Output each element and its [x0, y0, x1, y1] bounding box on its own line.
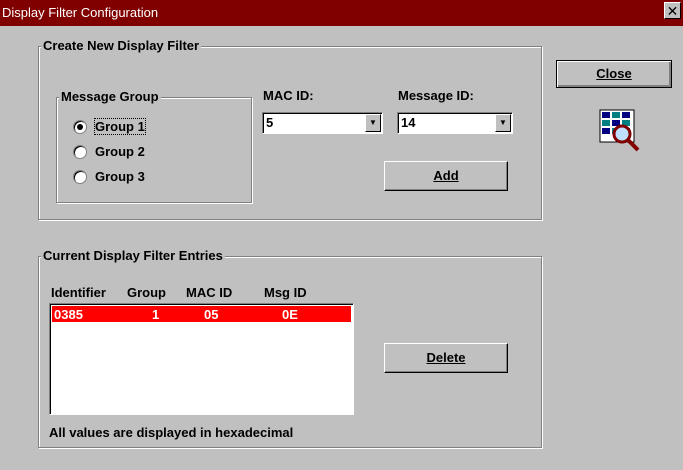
radio-label[interactable]: Group 3: [95, 169, 145, 184]
cell-mac-id: 05: [204, 307, 219, 322]
message-id-value: 14: [401, 115, 416, 130]
cell-identifier: 0385: [54, 307, 83, 322]
dialog-window: Display Filter Configuration ✕ Create Ne…: [0, 0, 683, 470]
message-id-label: Message ID:: [398, 88, 474, 103]
delete-button-label: Delete: [426, 350, 466, 365]
mac-id-label: MAC ID:: [263, 88, 314, 103]
radio-button[interactable]: [73, 170, 87, 184]
chevron-down-icon[interactable]: ▼: [495, 114, 511, 132]
cell-msg-id: 0E: [282, 307, 298, 322]
message-group-box: Message Group Group 1 Group 2 Group 3: [56, 89, 252, 203]
close-button[interactable]: Close: [556, 60, 672, 88]
create-filter-group: Create New Display Filter Message Group …: [38, 38, 542, 220]
chevron-down-icon[interactable]: ▼: [365, 114, 381, 132]
radio-selected-dot: [77, 124, 83, 130]
message-id-dropdown[interactable]: 14 ▼: [397, 112, 513, 134]
window-title: Display Filter Configuration: [2, 5, 159, 20]
delete-button[interactable]: Delete: [384, 343, 508, 373]
radio-label[interactable]: Group 2: [95, 144, 145, 159]
radio-label[interactable]: Group 1: [94, 118, 146, 135]
cell-group: 1: [152, 307, 160, 322]
filter-entries-list[interactable]: 0385 1 05 0E: [49, 303, 354, 415]
add-button-label: Add: [433, 168, 459, 183]
radio-button[interactable]: [73, 145, 87, 159]
column-header-mac-id: MAC ID: [186, 285, 233, 300]
column-header-group: Group: [127, 285, 166, 300]
mac-id-value: 5: [266, 115, 274, 130]
close-button-label: Close: [596, 66, 632, 81]
message-group-title: Message Group: [59, 89, 161, 104]
list-item[interactable]: 0385 1 05 0E: [52, 306, 351, 322]
add-button[interactable]: Add: [384, 161, 508, 191]
column-header-identifier: Identifier: [51, 285, 106, 300]
entries-group: Current Display Filter Entries Identifie…: [38, 248, 542, 448]
mac-id-dropdown[interactable]: 5 ▼: [262, 112, 383, 134]
entries-group-title: Current Display Filter Entries: [41, 248, 225, 263]
hexadecimal-note: All values are displayed in hexadecimal: [49, 425, 294, 440]
radio-button[interactable]: [73, 120, 87, 134]
create-filter-group-title: Create New Display Filter: [41, 38, 202, 53]
column-header-msg-id: Msg ID: [264, 285, 307, 300]
title-bar[interactable]: Display Filter Configuration ✕: [0, 0, 683, 26]
filter-magnifier-icon: [598, 108, 642, 152]
close-window-button[interactable]: ✕: [664, 2, 681, 19]
